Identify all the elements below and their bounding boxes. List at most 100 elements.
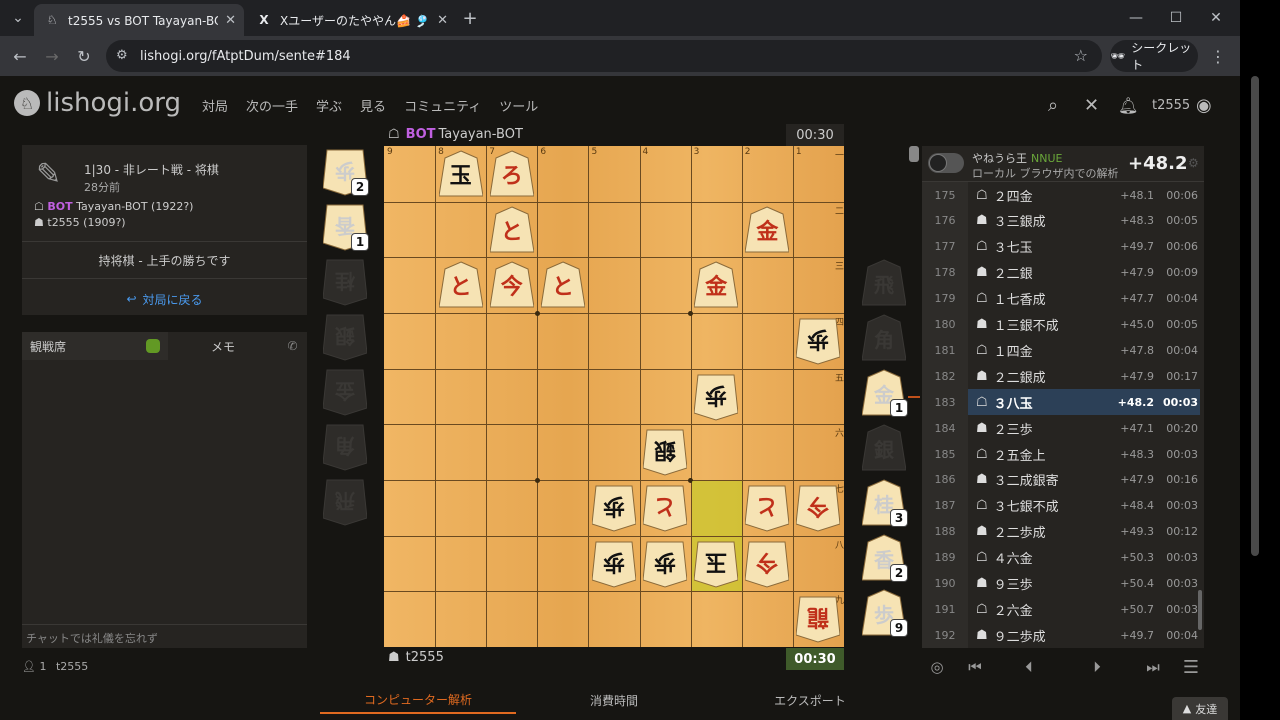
friends-button[interactable]: ▲ 友達 bbox=[1172, 697, 1228, 720]
move-row[interactable]: 190 ☗ ９三歩 +50.4 00:03 bbox=[922, 570, 1200, 597]
nav-community[interactable]: コミュニティ bbox=[404, 96, 481, 115]
menu-icon[interactable]: ☰ bbox=[1176, 656, 1206, 678]
move-row[interactable]: 183 ☖ ３八玉 +48.2 00:03 bbox=[922, 389, 1200, 416]
move-row[interactable]: 177 ☖ ３七玉 +49.7 00:06 bbox=[922, 233, 1200, 260]
close-icon[interactable]: ✕ bbox=[437, 13, 448, 28]
gote-player-name[interactable]: Tayayan-BOT (1922?) bbox=[76, 200, 193, 213]
move-row[interactable]: 178 ☗ ２二銀 +47.9 00:09 bbox=[922, 259, 1200, 286]
shogi-board[interactable]: 987654321一二三四五六七八九玉ろと金と今と金歩歩銀歩とと今歩歩玉今龍 bbox=[384, 146, 844, 647]
maximize-icon[interactable]: ☐ bbox=[1156, 0, 1196, 36]
url-text[interactable]: lishogi.org/fAtptDum/sente#184 bbox=[140, 49, 351, 64]
piece-gote[interactable]: 今 bbox=[745, 540, 790, 588]
piece-sente[interactable]: 金 bbox=[694, 261, 739, 309]
piece-gote[interactable]: 龍 bbox=[796, 595, 841, 643]
move-row[interactable]: 186 ☗ ３二成銀寄 +47.9 00:16 bbox=[922, 466, 1200, 493]
phone-icon[interactable]: ✆ bbox=[278, 332, 307, 360]
tab-search-icon[interactable]: ⌄ bbox=[0, 0, 36, 36]
move-row[interactable]: 181 ☖ １四金 +47.8 00:04 bbox=[922, 337, 1200, 364]
move-row[interactable]: 192 ☗ ９二歩成 +49.7 00:04 bbox=[922, 622, 1200, 648]
piece-sente[interactable]: 玉 bbox=[438, 150, 483, 198]
analysis-scrollbar[interactable] bbox=[908, 146, 920, 648]
move-row[interactable]: 176 ☗ ３三銀成 +48.3 00:05 bbox=[922, 207, 1200, 234]
forward-arrow-icon[interactable]: → bbox=[40, 44, 64, 68]
new-tab-button[interactable]: + bbox=[452, 0, 488, 36]
username-link[interactable]: t2555 bbox=[1152, 94, 1190, 116]
hand-piece[interactable]: 歩2 bbox=[323, 148, 369, 196]
nav-tools[interactable]: ツール bbox=[499, 96, 538, 115]
nav-play[interactable]: 対局 bbox=[202, 96, 228, 115]
move-list-scroll-thumb[interactable] bbox=[1198, 590, 1202, 630]
hand-piece[interactable]: 歩9 bbox=[862, 589, 908, 637]
nav-puzzle[interactable]: 次の一手 bbox=[246, 96, 298, 115]
piece-gote[interactable]: と bbox=[643, 484, 688, 532]
hand-piece[interactable]: 桂3 bbox=[862, 479, 908, 527]
piece-sente[interactable]: と bbox=[438, 261, 483, 309]
nav-learn[interactable]: 学ぶ bbox=[316, 96, 342, 115]
analysis-target-icon[interactable]: ◎ bbox=[922, 656, 952, 678]
piece-gote[interactable]: 歩 bbox=[643, 540, 688, 588]
engine-toggle[interactable] bbox=[928, 153, 964, 173]
back-arrow-icon[interactable]: ← bbox=[8, 44, 32, 68]
scroll-thumb[interactable] bbox=[909, 146, 919, 162]
address-bar[interactable]: ⚙ lishogi.org/fAtptDum/sente#184 ☆ bbox=[106, 40, 1102, 72]
move-row[interactable]: 180 ☗ １三銀不成 +45.0 00:05 bbox=[922, 311, 1200, 338]
window-close-icon[interactable]: ✕ bbox=[1196, 0, 1236, 36]
move-row[interactable]: 179 ☖ １七香成 +47.7 00:04 bbox=[922, 285, 1200, 312]
hand-piece[interactable]: 香1 bbox=[323, 203, 369, 251]
piece-gote[interactable]: 歩 bbox=[592, 540, 636, 588]
prev-move-icon[interactable]: ⏴ bbox=[1014, 656, 1044, 678]
move-row[interactable]: 189 ☖ ４六金 +50.3 00:03 bbox=[922, 544, 1200, 571]
next-move-icon[interactable]: ⏵ bbox=[1082, 656, 1112, 678]
browser-tab-game[interactable]: ♘ t2555 vs BOT Tayayan-BOT: 棋譜 ✕ bbox=[34, 4, 244, 36]
piece-gote[interactable]: 歩 bbox=[592, 484, 636, 532]
page-scrollbar[interactable] bbox=[1240, 76, 1280, 720]
browser-tab-x[interactable]: X Xユーザーのたややん🍰 🎐将棋AI ✕ bbox=[246, 4, 456, 36]
chat-toggle-icon[interactable] bbox=[146, 339, 160, 353]
site-logo[interactable]: ♘ lishogi.org bbox=[14, 88, 181, 118]
move-row[interactable]: 188 ☗ ２二歩成 +49.3 00:12 bbox=[922, 518, 1200, 545]
piece-sente[interactable]: 金 bbox=[745, 205, 790, 254]
back-to-game-button[interactable]: ↩ 対局に戻る bbox=[22, 285, 307, 313]
move-row[interactable]: 182 ☗ ２二銀成 +47.9 00:17 bbox=[922, 363, 1200, 390]
close-icon[interactable]: ✕ bbox=[225, 13, 236, 28]
first-move-icon[interactable]: ⏮ bbox=[960, 656, 990, 678]
nav-watch[interactable]: 見る bbox=[360, 96, 386, 115]
tab-export[interactable]: エクスポート bbox=[712, 686, 908, 714]
chat-input[interactable]: チャットでは礼儀を忘れず bbox=[22, 624, 307, 648]
minimize-icon[interactable]: — bbox=[1116, 0, 1156, 36]
reload-icon[interactable]: ↻ bbox=[72, 44, 96, 68]
browser-menu-icon[interactable]: ⋮ bbox=[1208, 44, 1228, 68]
top-player-name[interactable]: Tayayan-BOT bbox=[438, 127, 522, 142]
hand-piece[interactable]: 香2 bbox=[862, 534, 908, 582]
piece-sente[interactable]: 今 bbox=[489, 261, 534, 309]
tab-computer-analysis[interactable]: コンピューター解析 bbox=[320, 686, 516, 714]
tab-spectators[interactable]: 観戦席 bbox=[22, 332, 168, 360]
piece-gote[interactable]: と bbox=[745, 484, 790, 532]
piece-gote[interactable]: 今 bbox=[796, 484, 841, 532]
hand-piece[interactable]: 金1 bbox=[862, 369, 908, 417]
bell-icon[interactable]: 🔔︎ bbox=[1118, 94, 1138, 116]
bookmark-star-icon[interactable]: ☆ bbox=[1074, 46, 1088, 65]
last-move-icon[interactable]: ⏭ bbox=[1138, 656, 1168, 678]
move-row[interactable]: 185 ☖ ２五金上 +48.3 00:03 bbox=[922, 441, 1200, 467]
move-row[interactable]: 175 ☖ ２四金 +48.1 00:06 bbox=[922, 182, 1200, 208]
piece-sente[interactable]: と bbox=[489, 205, 534, 254]
page-scroll-thumb[interactable] bbox=[1251, 76, 1259, 556]
piece-gote[interactable]: 歩 bbox=[796, 317, 841, 365]
piece-gote[interactable]: 銀 bbox=[643, 428, 688, 476]
incognito-button[interactable]: 🕶 シークレット bbox=[1110, 40, 1198, 72]
search-icon[interactable]: ⌕ bbox=[1048, 94, 1058, 116]
sente-player-name[interactable]: t2555 (1909?) bbox=[47, 216, 125, 229]
site-info-icon[interactable]: ⚙ bbox=[116, 48, 128, 63]
piece-sente[interactable]: ろ bbox=[489, 150, 534, 198]
piece-sente[interactable]: と bbox=[540, 261, 585, 309]
tab-move-times[interactable]: 消費時間 bbox=[516, 686, 712, 714]
spectator-name[interactable]: t2555 bbox=[56, 660, 88, 673]
user-avatar-icon[interactable]: ◉ bbox=[1196, 94, 1212, 116]
tab-notes[interactable]: メモ bbox=[168, 332, 278, 360]
piece-gote[interactable]: 歩 bbox=[694, 373, 739, 421]
gear-icon[interactable]: ⚙ bbox=[1188, 156, 1199, 170]
close-icon[interactable]: ✕ bbox=[1084, 94, 1099, 116]
bottom-player-name[interactable]: t2555 bbox=[406, 650, 444, 665]
move-row[interactable]: 191 ☖ ２六金 +50.7 00:03 bbox=[922, 596, 1200, 623]
